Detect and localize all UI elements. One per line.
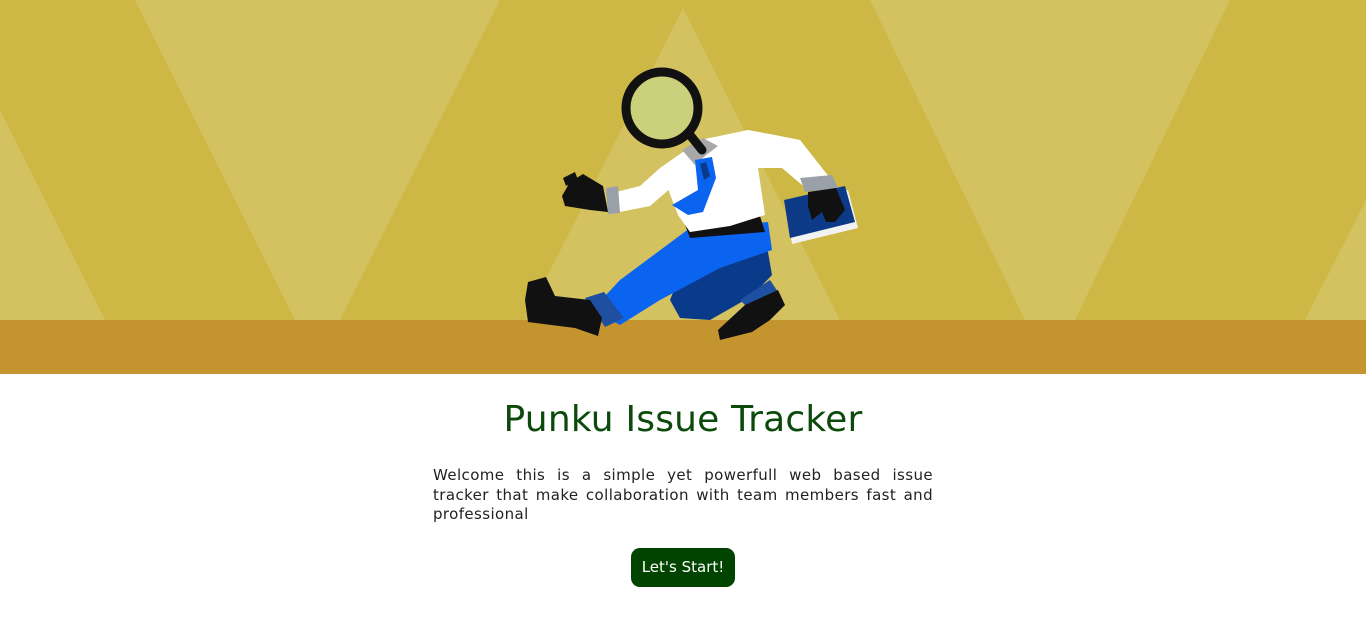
main-content: Punku Issue Tracker Welcome this is a si… <box>0 374 1366 624</box>
hero-banner <box>0 0 1366 374</box>
welcome-description: Welcome this is a simple yet powerfull w… <box>433 466 933 523</box>
magnifier-icon <box>621 67 703 149</box>
page-title: Punku Issue Tracker <box>503 399 863 440</box>
start-button[interactable]: Let's Start! <box>631 548 735 587</box>
hero-illustration <box>0 0 1366 374</box>
hero-floor <box>0 320 1366 374</box>
